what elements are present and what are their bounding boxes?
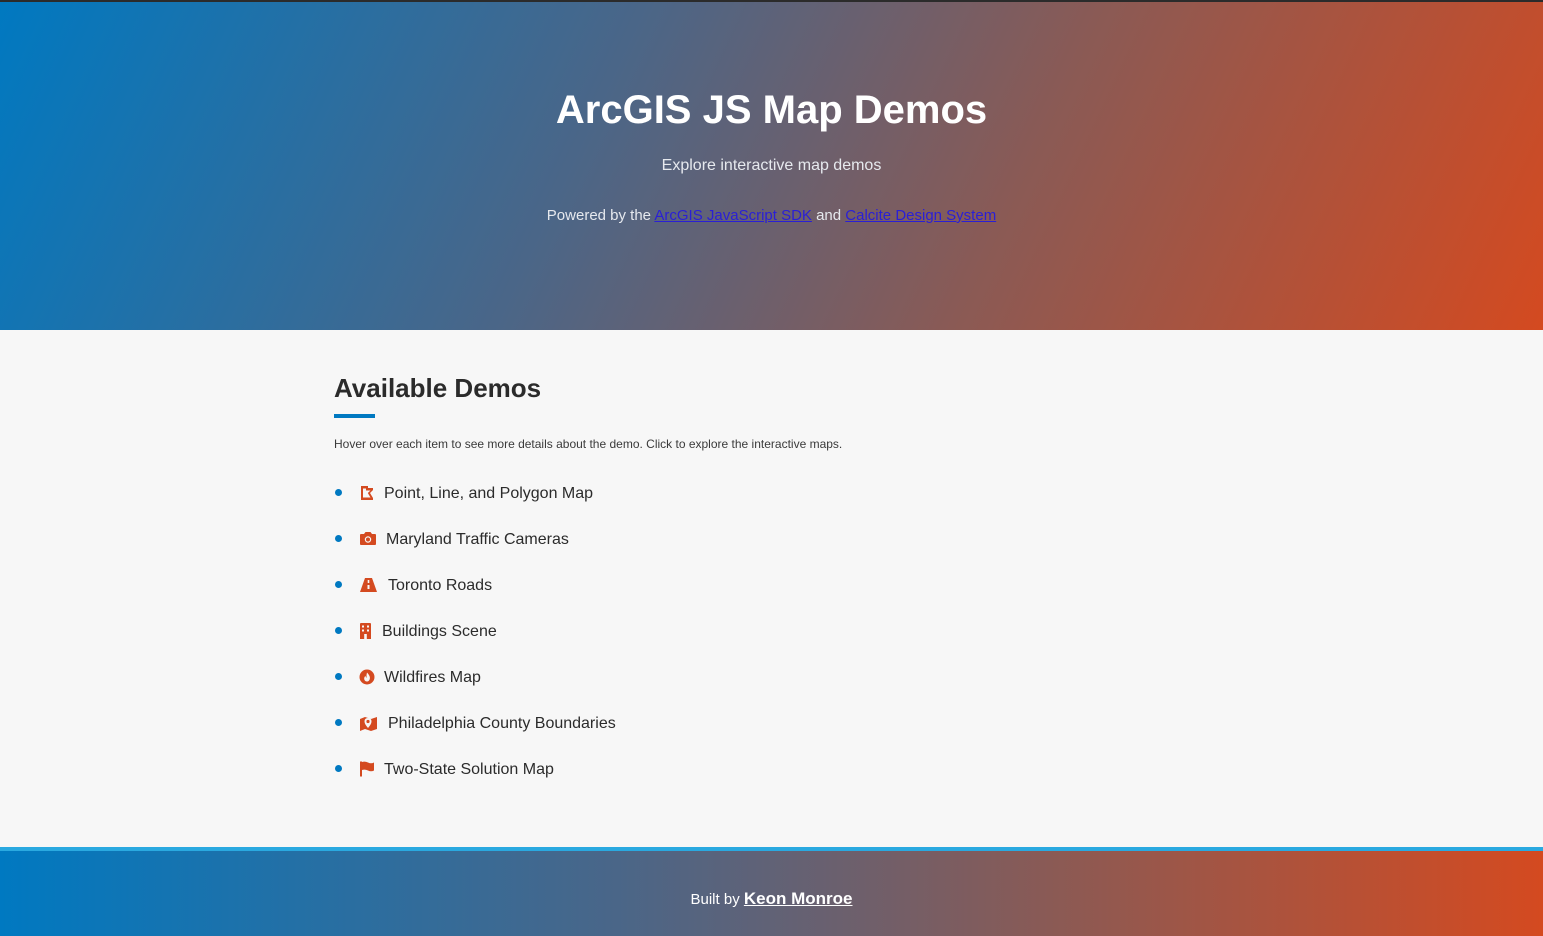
arcgis-sdk-link[interactable]: ArcGIS JavaScript SDK xyxy=(654,207,812,224)
page-title: ArcGIS JS Map Demos xyxy=(555,88,988,132)
bullet-dot xyxy=(335,765,342,772)
title-underline xyxy=(334,414,375,418)
demo-label: Buildings Scene xyxy=(382,623,497,640)
road-icon xyxy=(360,578,377,592)
fire-icon xyxy=(359,669,375,685)
polygon-icon xyxy=(361,486,373,500)
hero-subtitle: Explore interactive map demos xyxy=(661,157,882,174)
author-link[interactable]: Keon Monroe xyxy=(744,889,853,908)
bullet-dot xyxy=(335,673,342,680)
footer-credit: Built by Keon Monroe xyxy=(0,889,1543,910)
demo-label: Toronto Roads xyxy=(388,577,493,594)
demo-label: Two-State Solution Map xyxy=(384,761,554,778)
demo-label: Philadelphia County Boundaries xyxy=(388,715,616,732)
building-icon xyxy=(360,623,371,639)
bullet-dot xyxy=(335,535,342,542)
bullet-dot xyxy=(335,627,342,634)
map-marker-icon xyxy=(360,717,377,731)
powered-by-prefix: Powered by the xyxy=(546,207,652,224)
bullet-dot xyxy=(335,719,342,726)
camera-icon xyxy=(360,532,376,545)
calcite-design-system-link[interactable]: Calcite Design System xyxy=(845,207,996,224)
hero-banner: ArcGIS JS Map Demos Explore interactive … xyxy=(0,0,1543,330)
powered-by-line: Powered by the ArcGIS JavaScript SDK and… xyxy=(0,206,1543,226)
demo-label: Point, Line, and Polygon Map xyxy=(384,485,594,502)
bullet-dot xyxy=(335,489,342,496)
section-title: Available Demos xyxy=(334,373,542,403)
page-footer: Built by Keon Monroe xyxy=(0,847,1543,936)
demo-label: Maryland Traffic Cameras xyxy=(386,531,569,548)
flag-icon xyxy=(360,761,374,777)
demo-label: Wildfires Map xyxy=(384,669,481,686)
built-by-text: Built by xyxy=(690,891,740,908)
bullet-dot xyxy=(335,581,342,588)
and-text: and xyxy=(816,207,842,224)
intro-text: Hover over each item to see more details… xyxy=(334,437,843,451)
